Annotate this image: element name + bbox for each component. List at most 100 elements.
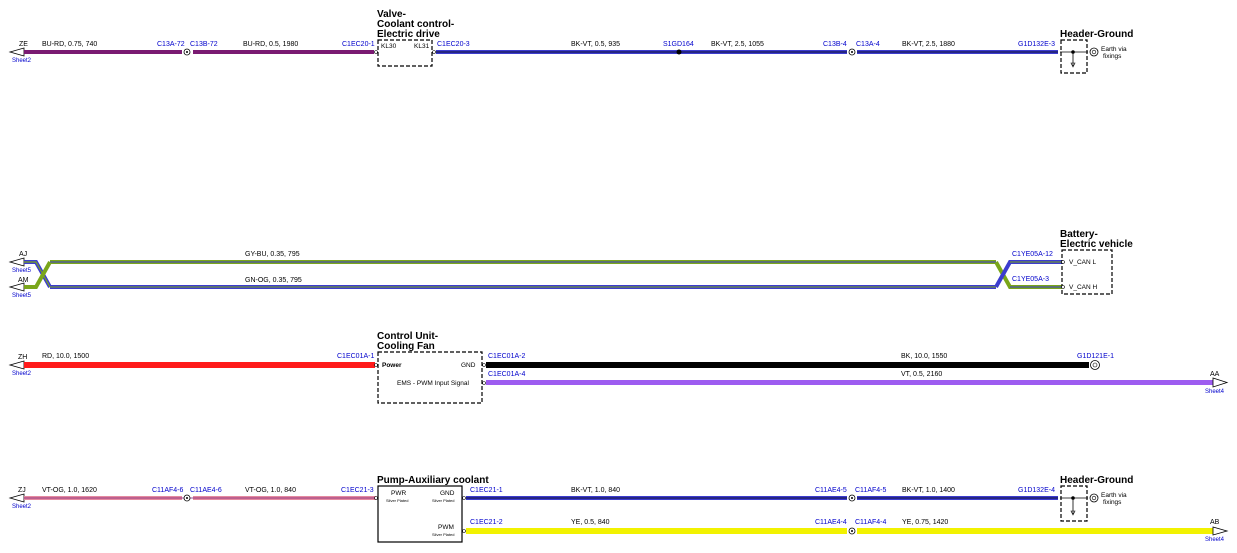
- wire-bu-rd-1[interactable]: [24, 50, 182, 54]
- ground-label: fixings: [1103, 499, 1122, 506]
- connector-label[interactable]: C13B-72: [190, 41, 218, 48]
- ground-label: fixings: [1103, 53, 1122, 60]
- connector-label[interactable]: C11AE4-5: [815, 487, 847, 494]
- wire-rd[interactable]: [24, 362, 375, 368]
- earth-icon[interactable]: [1089, 47, 1099, 57]
- offpage-sheet-link[interactable]: Sheet4: [1205, 537, 1225, 543]
- connector-label[interactable]: S1GD164: [663, 41, 694, 48]
- offpage-arrow-icon[interactable]: [8, 282, 25, 292]
- connector-label[interactable]: G1D132E-4: [1018, 487, 1055, 494]
- pin-label: V_CAN H: [1069, 284, 1097, 291]
- circuit-cooling-fan: ZH Sheet2 RD, 10.0, 1500 C1EC01A-1 Contr…: [8, 331, 1229, 404]
- component-title: Electric vehicle: [1060, 239, 1133, 250]
- offpage-arrow-icon[interactable]: [8, 493, 25, 503]
- connector-label[interactable]: C1EC01A-1: [337, 353, 374, 360]
- component-title: Pump-Auxiliary coolant: [377, 475, 489, 486]
- pin-label: PWM: [438, 524, 454, 531]
- wire-bk[interactable]: [486, 362, 1089, 368]
- component-box[interactable]: [377, 351, 483, 404]
- offpage-sheet-link[interactable]: Sheet2: [12, 504, 32, 510]
- pin-label: GND: [461, 362, 476, 369]
- wire-label: BK, 10.0, 1550: [901, 353, 947, 360]
- offpage-arrow-icon[interactable]: [8, 47, 25, 57]
- connector-label[interactable]: C1EC01A-2: [488, 353, 525, 360]
- offpage-sheet-link[interactable]: Sheet4: [1205, 389, 1225, 395]
- ground-box[interactable]: [1060, 39, 1088, 74]
- pin-note: Silver Plated: [432, 498, 454, 503]
- wire-label: YE, 0.5, 840: [571, 519, 610, 526]
- pin-note: Silver Plated: [432, 532, 454, 537]
- wire-bu-rd-2[interactable]: [193, 50, 374, 54]
- connector-label[interactable]: C13A-72: [157, 41, 185, 48]
- connector-label[interactable]: C1YE05A-12: [1012, 251, 1053, 258]
- wire-label: VT-OG, 1.0, 840: [245, 487, 296, 494]
- pin-label: KL30: [381, 43, 397, 50]
- wire-label: BU-RD, 0.5, 1980: [243, 41, 298, 48]
- wire-ye-1[interactable]: [466, 528, 847, 534]
- offpage-code: AA: [1210, 371, 1220, 378]
- connector-label[interactable]: C11AF4-4: [855, 519, 886, 526]
- earth-icon[interactable]: [1089, 493, 1099, 503]
- connector-label[interactable]: C11AF4-6: [152, 487, 183, 494]
- offpage-code: AJ: [19, 251, 27, 258]
- connector-label[interactable]: C11AE4-6: [190, 487, 222, 494]
- offpage-code: ZE: [19, 41, 28, 48]
- connector-label[interactable]: C1YE05A-3: [1012, 276, 1049, 283]
- circuit-pump-auxiliary: ZJ Sheet2 VT-OG, 1.0, 1620 C11AF4-6 C11A…: [8, 475, 1229, 543]
- offpage-arrow-icon[interactable]: [1212, 377, 1229, 388]
- pin-label: KL31: [414, 43, 430, 50]
- pin-label: Power: [382, 362, 402, 369]
- wiring-diagram: ZE Sheet2 BU-RD, 0.75, 740 BU-RD, 0.5, 1…: [8, 9, 1229, 543]
- pin-note: Silver Plated: [386, 498, 408, 503]
- offpage-arrow-icon[interactable]: [1212, 526, 1229, 536]
- earth-icon[interactable]: [1090, 360, 1100, 370]
- connector-label[interactable]: C1EC21-1: [470, 487, 503, 494]
- connector-label[interactable]: G1D132E-3: [1018, 41, 1055, 48]
- pin-label: EMS - PWM Input Signal: [397, 380, 469, 387]
- connector-label[interactable]: C13A-4: [856, 41, 880, 48]
- pin-label: GND: [440, 490, 455, 497]
- offpage-sheet-link[interactable]: Sheet2: [12, 58, 32, 64]
- offpage-sheet-link[interactable]: Sheet5: [12, 293, 32, 299]
- splice-icon[interactable]: [676, 49, 682, 55]
- offpage-code: ZJ: [18, 487, 26, 494]
- ground-label: Earth via: [1101, 492, 1127, 499]
- wire-label: BU-RD, 0.75, 740: [42, 41, 97, 48]
- connector-label[interactable]: C11AE4-4: [815, 519, 847, 526]
- connector-label[interactable]: C1EC21-3: [341, 487, 374, 494]
- pin-label: PWR: [391, 490, 406, 497]
- wire-ye-2[interactable]: [857, 528, 1215, 534]
- ground-box[interactable]: [1060, 485, 1088, 522]
- wire-label: YE, 0.75, 1420: [902, 519, 948, 526]
- connector-label[interactable]: C1EC01A-4: [488, 371, 525, 378]
- wire-label: BK-VT, 2.5, 1055: [711, 41, 764, 48]
- ground-title: Header-Ground: [1060, 475, 1133, 486]
- pin-label: V_CAN L: [1069, 259, 1096, 266]
- component-title: Electric drive: [377, 29, 440, 40]
- wire-label: BK-VT, 2.5, 1880: [902, 41, 955, 48]
- component-title: Cooling Fan: [377, 341, 435, 352]
- wire-vt[interactable]: [486, 380, 1215, 385]
- connector-label[interactable]: G1D121E-1: [1077, 353, 1114, 360]
- offpage-code: ZH: [18, 354, 27, 361]
- offpage-sheet-link[interactable]: Sheet5: [12, 268, 32, 274]
- wire-label: RD, 10.0, 1500: [42, 353, 89, 360]
- wire-label: BK-VT, 0.5, 935: [571, 41, 620, 48]
- offpage-code: AB: [1210, 519, 1220, 526]
- connector-label[interactable]: C1EC20-3: [437, 41, 470, 48]
- offpage-sheet-link[interactable]: Sheet2: [12, 371, 32, 377]
- wire-label: BK-VT, 1.0, 1400: [902, 487, 955, 494]
- wire-label: GY-BU, 0.35, 795: [245, 251, 300, 258]
- offpage-arrow-icon[interactable]: [8, 257, 25, 267]
- connector-label[interactable]: C11AF4-5: [855, 487, 886, 494]
- connector-label[interactable]: C13B-4: [823, 41, 847, 48]
- circuit-battery-can: AJ Sheet5 AM Sheet5 GY-BU, 0.35, 795 GN-…: [8, 229, 1133, 299]
- connector-label[interactable]: C1EC21-2: [470, 519, 503, 526]
- connector-label[interactable]: C1EC20-1: [342, 41, 375, 48]
- circuit-valve-coolant: ZE Sheet2 BU-RD, 0.75, 740 BU-RD, 0.5, 1…: [8, 9, 1133, 74]
- wire-label: VT, 0.5, 2160: [901, 371, 942, 378]
- wire-label: BK-VT, 1.0, 840: [571, 487, 620, 494]
- wire-label: GN-OG, 0.35, 795: [245, 277, 302, 284]
- offpage-arrow-icon[interactable]: [8, 360, 25, 370]
- ground-label: Earth via: [1101, 46, 1127, 53]
